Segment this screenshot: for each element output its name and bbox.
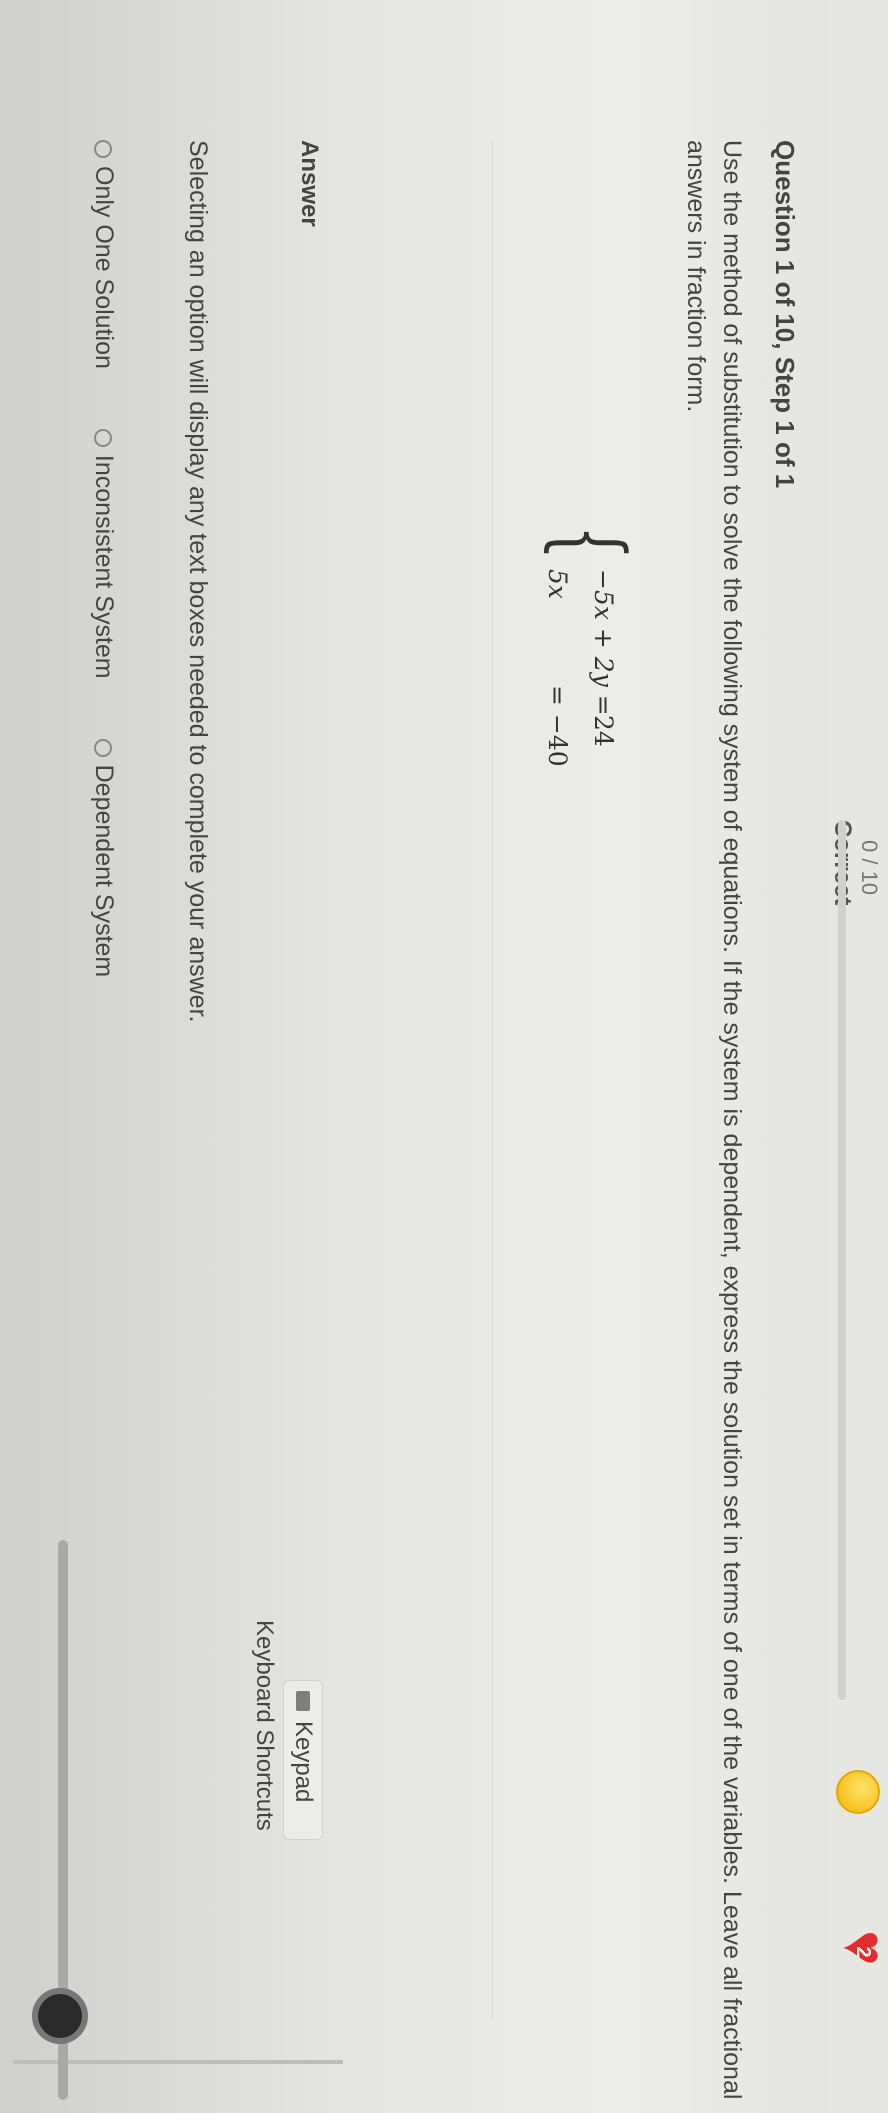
keyboard-shortcuts-link[interactable]: Keyboard Shortcuts — [250, 1620, 278, 1831]
radio-icon[interactable] — [94, 140, 113, 158]
brace-icon: { — [537, 525, 644, 561]
answer-help-text: Selecting an option will display any tex… — [184, 140, 212, 1023]
equation-1-rhs: 24 — [589, 715, 618, 747]
progress-bar — [838, 820, 846, 1700]
lives-count: 2 — [852, 1946, 874, 1958]
option-inconsistent-system[interactable]: Inconsistent System — [89, 428, 118, 679]
divider — [492, 140, 493, 2020]
option-dependent-system[interactable]: Dependent System — [89, 738, 118, 978]
help-button[interactable] — [32, 1988, 88, 2044]
screen: 0 / 10 Correct ♥ 2 Question 1 of 10, Ste… — [0, 0, 888, 2113]
radio-icon[interactable] — [94, 428, 113, 447]
equation-2-rhs: = −40 — [543, 685, 572, 767]
score-counter: 0 / 10 — [857, 840, 882, 896]
equation-2-lhs: 5x — [543, 569, 572, 600]
option-label: Dependent System — [90, 764, 118, 978]
coin-icon — [836, 1770, 880, 1814]
equation-1-lhs: −5x + 2y = — [589, 569, 618, 716]
answer-label: Answer — [296, 140, 323, 227]
option-label: Only One Solution — [90, 166, 118, 369]
keypad-icon — [296, 1691, 310, 1711]
option-label: Inconsistent System — [90, 454, 118, 679]
question-prompt: Use the method of substitution to solve … — [682, 140, 746, 2100]
keypad-button[interactable]: Keypad — [283, 1680, 323, 1840]
question-page: 0 / 10 Correct ♥ 2 Question 1 of 10, Ste… — [13, 0, 888, 2113]
equation-system: { −5x + 2y = 24 5x = −40 — [532, 525, 644, 825]
answer-options: Only One Solution Inconsistent System De… — [89, 140, 118, 977]
radio-icon[interactable] — [94, 738, 113, 757]
lives-badge: ♥ 2 — [831, 1930, 888, 1974]
question-heading: Question 1 of 10, Step 1 of 1 — [770, 140, 800, 489]
option-only-one-solution[interactable]: Only One Solution — [89, 140, 118, 369]
keypad-label: Keypad — [290, 1721, 317, 1803]
